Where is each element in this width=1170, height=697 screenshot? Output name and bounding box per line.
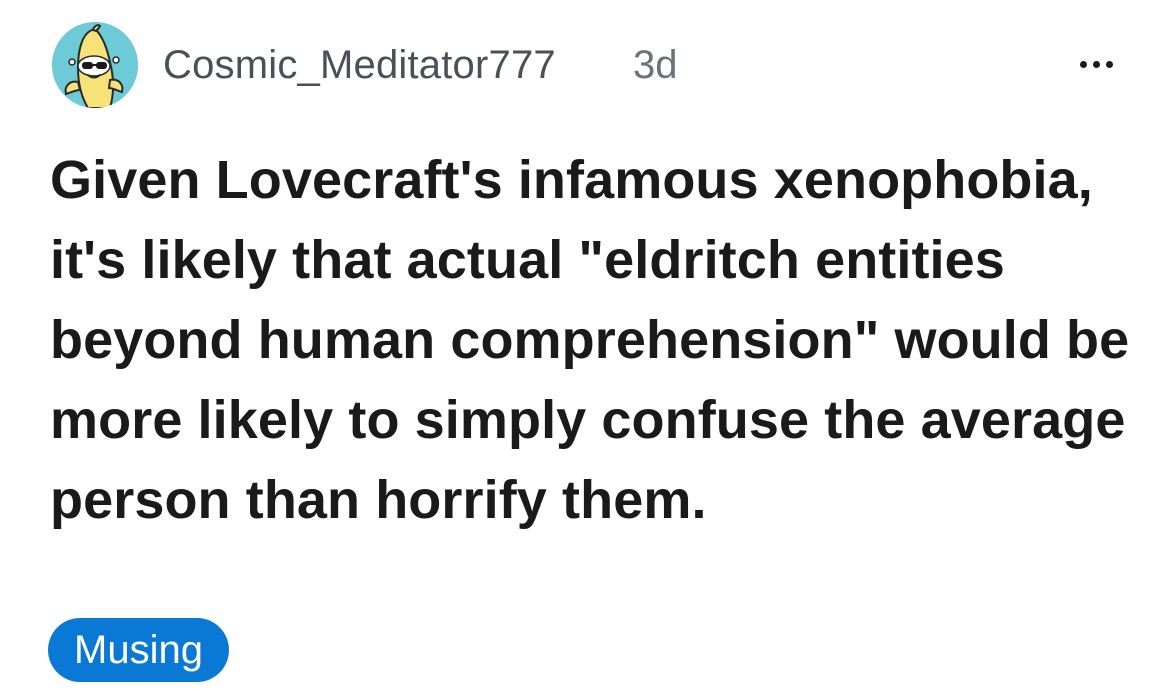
- more-options-icon-dot: [1092, 60, 1100, 68]
- more-options-button[interactable]: [1072, 44, 1120, 84]
- post-timestamp: 3d: [633, 43, 678, 87]
- post-card[interactable]: Cosmic_Meditator777 3d Given Lovecraft's…: [0, 0, 1170, 697]
- banana-avatar-icon: [52, 22, 138, 108]
- more-options-icon: [1079, 60, 1087, 68]
- author-username[interactable]: Cosmic_Meditator777: [163, 40, 556, 90]
- more-options-icon-dot: [1105, 60, 1113, 68]
- post-flair-badge[interactable]: Musing: [48, 618, 229, 682]
- post-title[interactable]: Given Lovecraft's infamous xenophobia, i…: [50, 140, 1130, 540]
- user-avatar[interactable]: [52, 22, 138, 108]
